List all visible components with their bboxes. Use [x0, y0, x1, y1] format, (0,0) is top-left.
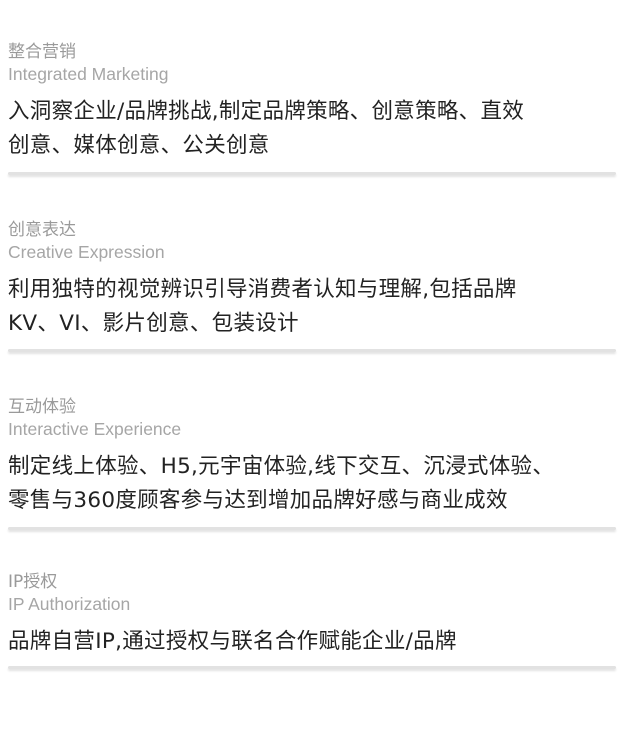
section-description: 制定线上体验、H5,元宇宙体验,线下交互、沉浸式体验、 零售与360度顾客参与达…: [8, 450, 616, 518]
section-title-en: Interactive Experience: [8, 419, 182, 439]
section-ip-authorization: IP授权 IP Authorization 品牌自营IP,通过授权与联名合作赋能…: [8, 571, 616, 659]
description-line: 创意、媒体创意、公关创意: [8, 133, 270, 158]
section-divider: [8, 666, 616, 669]
section-interactive-experience: 互动体验 Interactive Experience 制定线上体验、H5,元宇…: [8, 396, 616, 518]
section-creative-expression: 创意表达 Creative Expression 利用独特的视觉辨识引导消费者认…: [8, 219, 616, 341]
section-title-cn: IP授权: [8, 572, 58, 592]
description-line: 利用独特的视觉辨识引导消费者认知与理解,包括品牌: [8, 277, 517, 302]
section-title-cn: 整合营销: [8, 42, 76, 62]
section-title-en: Integrated Marketing: [8, 64, 169, 84]
section-divider: [8, 172, 616, 175]
section-title-cn: 创意表达: [8, 220, 76, 240]
description-line: 零售与360度顾客参与达到增加品牌好感与商业成效: [8, 488, 508, 513]
section-title-cn: 互动体验: [8, 397, 76, 417]
section-title-en: Creative Expression: [8, 242, 165, 262]
section-divider: [8, 527, 616, 530]
section-description: 品牌自营IP,通过授权与联名合作赋能企业/品牌: [8, 625, 616, 659]
section-description: 入洞察企业/品牌挑战,制定品牌策略、创意策略、直效 创意、媒体创意、公关创意: [8, 95, 616, 163]
description-line: 入洞察企业/品牌挑战,制定品牌策略、创意策略、直效: [8, 99, 525, 124]
section-divider: [8, 349, 616, 352]
section-integrated-marketing: 整合营销 Integrated Marketing 入洞察企业/品牌挑战,制定品…: [8, 41, 616, 163]
description-line: KV、VI、影片创意、包装设计: [8, 311, 299, 336]
section-description: 利用独特的视觉辨识引导消费者认知与理解,包括品牌 KV、VI、影片创意、包装设计: [8, 273, 616, 341]
section-title-en: IP Authorization: [8, 594, 131, 614]
description-line: 制定线上体验、H5,元宇宙体验,线下交互、沉浸式体验、: [8, 454, 555, 479]
description-line: 品牌自营IP,通过授权与联名合作赋能企业/品牌: [8, 629, 457, 654]
